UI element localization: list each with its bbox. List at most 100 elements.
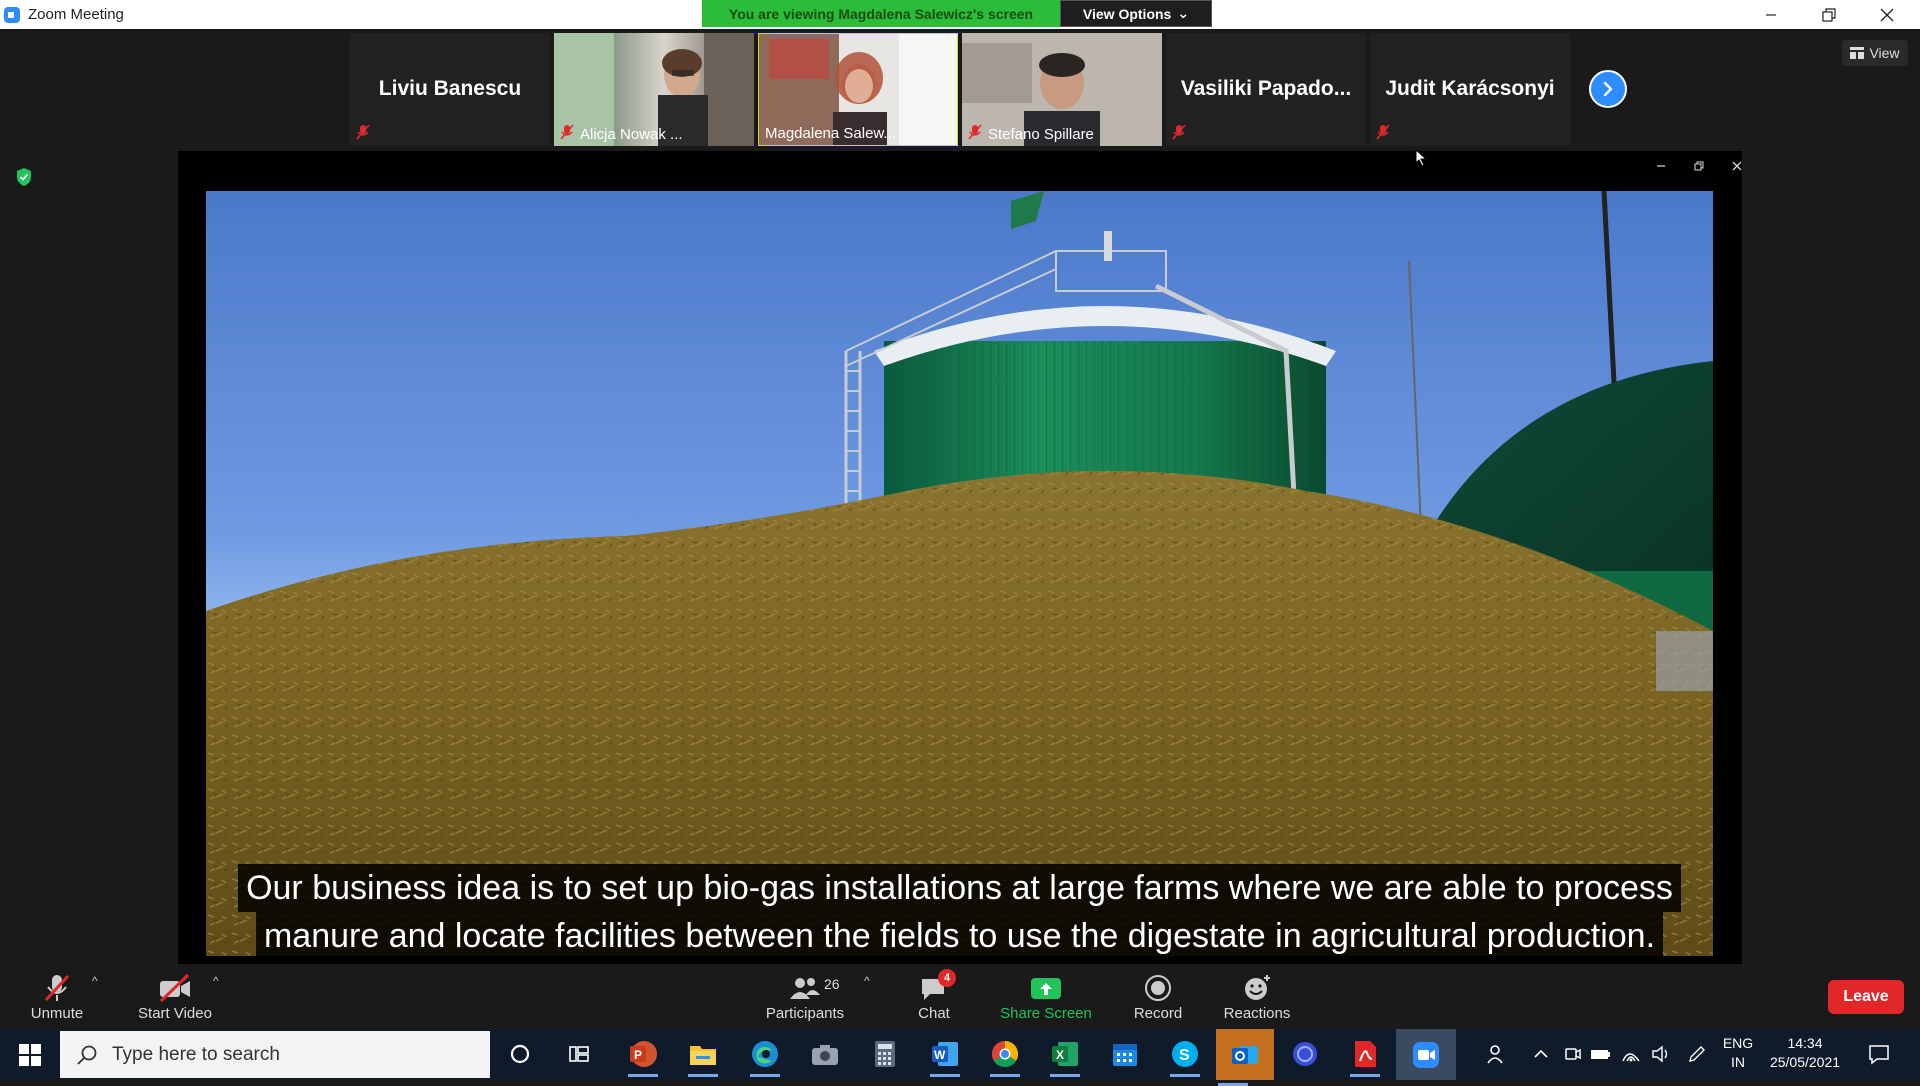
- language-code: ENG: [1722, 1035, 1754, 1051]
- chevron-down-icon: ⌄: [1177, 5, 1190, 21]
- reactions-button[interactable]: Reactions: [1218, 965, 1296, 1028]
- battery-tray-icon[interactable]: [1584, 1037, 1618, 1071]
- minimize-window-button[interactable]: [1742, 0, 1800, 29]
- participants-button[interactable]: Participants: [760, 965, 850, 1028]
- excel-taskbar-icon[interactable]: X: [1048, 1037, 1082, 1077]
- blue-circle-app-icon: [1293, 1042, 1317, 1066]
- task-view-glyph-icon: [569, 1046, 589, 1062]
- restore-icon: [1822, 7, 1836, 22]
- cortana-icon[interactable]: [503, 1037, 537, 1071]
- record-button[interactable]: Record: [1128, 965, 1188, 1028]
- chevron-up-icon: [1534, 1049, 1548, 1058]
- zoom-taskbar-icon[interactable]: [1396, 1029, 1456, 1080]
- chrome-icon: [991, 1040, 1019, 1068]
- battery-icon: [1591, 1050, 1610, 1059]
- participant-name: Alicja Nowak ...: [580, 126, 683, 143]
- start-button[interactable]: [0, 1029, 60, 1080]
- participant-tile[interactable]: Liviu Banescu: [350, 33, 550, 146]
- participant-tile[interactable]: Stefano Spillare: [962, 33, 1162, 146]
- subtitle-line: manure and locate facilities between the…: [255, 912, 1664, 960]
- powerpoint-taskbar-icon[interactable]: P: [626, 1037, 660, 1077]
- participant-name: Vasiliki Papado...: [1180, 77, 1352, 100]
- chat-button[interactable]: 4 Chat: [904, 965, 964, 1028]
- zoom-app-icon: [4, 6, 20, 23]
- muted-mic-icon: [1376, 124, 1390, 140]
- share-screen-button[interactable]: Share Screen: [996, 965, 1096, 1028]
- input-language-indicator[interactable]: ENG IN: [1722, 1034, 1754, 1072]
- camera-icon: [812, 1045, 838, 1065]
- close-share-button[interactable]: [1722, 156, 1752, 176]
- restore-share-button[interactable]: [1684, 156, 1714, 176]
- edge-taskbar-icon[interactable]: [748, 1037, 782, 1077]
- restore-window-button[interactable]: [1800, 0, 1858, 29]
- app-taskbar-icon[interactable]: [1288, 1037, 1322, 1071]
- close-window-button[interactable]: [1858, 0, 1916, 29]
- svg-text:S: S: [1179, 1047, 1190, 1064]
- chrome-taskbar-icon[interactable]: [988, 1037, 1022, 1077]
- participant-name: Liviu Banescu: [378, 77, 522, 100]
- acrobat-taskbar-icon[interactable]: [1348, 1037, 1382, 1077]
- skype-icon: S: [1172, 1041, 1198, 1067]
- audio-options-caret[interactable]: ^: [92, 974, 98, 988]
- pen-tray-icon[interactable]: [1680, 1037, 1714, 1071]
- search-icon: [77, 1045, 97, 1065]
- security-shield-icon[interactable]: [15, 167, 33, 187]
- word-icon: W: [932, 1042, 958, 1066]
- skype-taskbar-icon[interactable]: S: [1168, 1037, 1202, 1077]
- people-tray-icon[interactable]: [1480, 1037, 1514, 1071]
- excel-icon: X: [1052, 1042, 1078, 1066]
- participant-name: Magdalena Salew...: [765, 125, 896, 142]
- unmute-button[interactable]: Unmute: [26, 965, 88, 1028]
- notifications-button[interactable]: [1862, 1037, 1896, 1071]
- grid-icon: [1850, 47, 1865, 59]
- muted-mic-icon: [44, 974, 70, 1002]
- volume-tray-icon[interactable]: [1644, 1037, 1678, 1071]
- view-options-button[interactable]: View Options ⌄: [1060, 0, 1212, 27]
- view-label: View: [1869, 45, 1900, 61]
- calendar-taskbar-icon[interactable]: [1108, 1037, 1142, 1071]
- outlook-icon: [1232, 1045, 1258, 1064]
- pdf-icon: [1355, 1041, 1376, 1067]
- view-layout-button[interactable]: View: [1842, 40, 1908, 66]
- task-view-icon[interactable]: [563, 1037, 597, 1071]
- subtitle-line: Our business idea is to set up bio-gas i…: [238, 864, 1681, 912]
- leave-meeting-button[interactable]: Leave: [1828, 980, 1904, 1014]
- clock[interactable]: 14:34 25/05/2021: [1762, 1034, 1848, 1072]
- calculator-taskbar-icon[interactable]: [868, 1037, 902, 1071]
- chat-unread-badge: 4: [938, 969, 956, 987]
- minimize-icon: [1657, 165, 1665, 167]
- participant-tile-active-speaker[interactable]: Magdalena Salew...: [758, 33, 958, 146]
- close-icon: [1732, 161, 1742, 171]
- word-taskbar-icon[interactable]: W: [928, 1037, 962, 1077]
- wifi-icon: [1622, 1053, 1640, 1062]
- next-participants-button[interactable]: [1589, 70, 1627, 108]
- smiley-icon: [1245, 975, 1270, 1000]
- participants-count: 26: [824, 976, 840, 992]
- participant-tile[interactable]: Alicja Nowak ...: [554, 33, 754, 146]
- file-explorer-taskbar-icon[interactable]: [686, 1037, 720, 1077]
- view-options-label: View Options: [1082, 5, 1172, 22]
- restore-icon: [1694, 161, 1704, 171]
- reactions-label: Reactions: [1223, 1005, 1291, 1022]
- participant-tile[interactable]: Vasiliki Papado...: [1166, 33, 1366, 146]
- svg-text:P: P: [634, 1048, 642, 1062]
- participants-options-caret[interactable]: ^: [864, 974, 870, 988]
- participant-tile[interactable]: Judit Karácsonyi: [1370, 33, 1570, 146]
- start-video-button[interactable]: Start Video: [134, 965, 216, 1028]
- start-video-label: Start Video: [138, 1005, 212, 1022]
- outlook-taskbar-icon[interactable]: [1216, 1029, 1274, 1086]
- network-tray-icon[interactable]: [1614, 1037, 1648, 1071]
- minimize-share-button[interactable]: [1646, 156, 1676, 176]
- taskbar-search-box[interactable]: Type here to search: [60, 1031, 490, 1078]
- participants-label: Participants: [765, 1005, 845, 1022]
- muted-mic-icon: [356, 124, 370, 140]
- muted-mic-icon: [968, 124, 982, 140]
- calculator-icon: [875, 1041, 895, 1067]
- powerpoint-icon: P: [630, 1041, 657, 1067]
- keyboard-region: IN: [1731, 1054, 1745, 1070]
- camera-tray-icon: [1565, 1048, 1581, 1060]
- show-hidden-icons-button[interactable]: [1524, 1037, 1558, 1071]
- biogas-plant-image: [206, 191, 1713, 956]
- camera-taskbar-icon[interactable]: [808, 1037, 842, 1071]
- video-options-caret[interactable]: ^: [213, 974, 219, 988]
